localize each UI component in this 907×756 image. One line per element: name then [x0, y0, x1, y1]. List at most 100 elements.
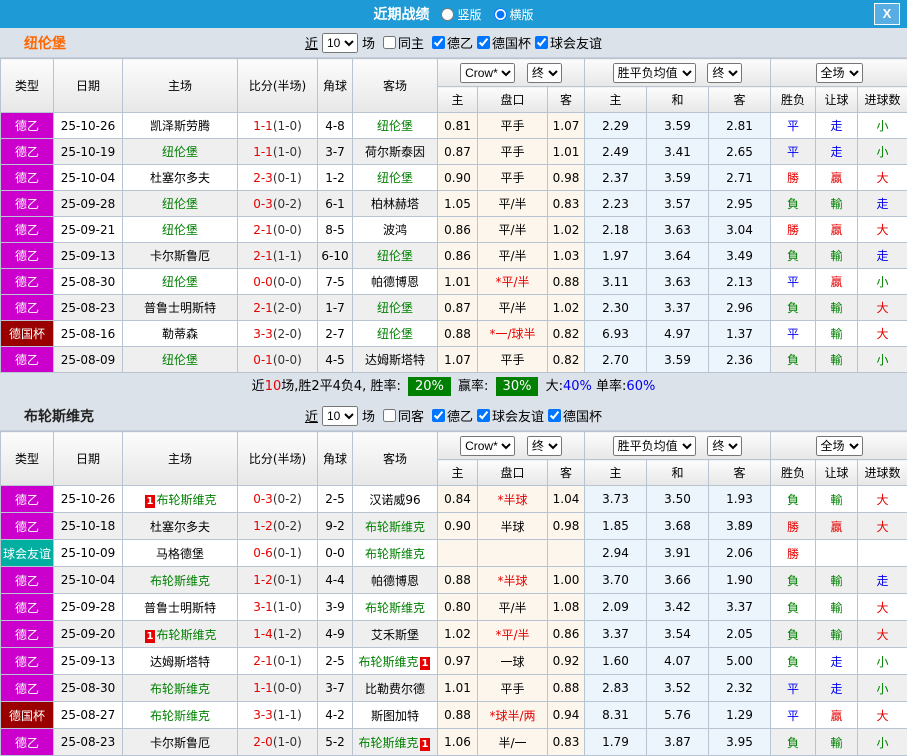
near-link[interactable]: 近 — [305, 406, 318, 425]
league-checkbox-input[interactable] — [432, 36, 445, 49]
near-link[interactable]: 近 — [305, 33, 318, 52]
cell-euro-home: 1.79 — [585, 729, 647, 756]
same-venue-checkbox[interactable]: 同主 — [379, 33, 424, 52]
match-row: 德乙25-08-30纽伦堡0-0(0-0)7-5帕德博恩1.01*平/半0.88… — [1, 269, 907, 295]
match-row: 德乙25-10-26凯泽斯劳腾1-1(1-0)4-8纽伦堡0.81平手1.072… — [1, 113, 907, 139]
col-euro-away: 客 — [709, 460, 771, 486]
cell-euro-away: 2.36 — [709, 347, 771, 373]
league-checkbox-input[interactable] — [477, 36, 490, 49]
cell-score: 2-1(1-1) — [238, 243, 318, 269]
cell-euro-draw: 3.42 — [647, 594, 709, 621]
cell-goals: 小 — [858, 347, 907, 373]
cell-euro-away: 3.49 — [709, 243, 771, 269]
cell-asian-line: 平手 — [478, 113, 548, 139]
layout-horizontal-radio[interactable]: 横版 — [488, 6, 534, 23]
cell-asian-line: *平/半 — [478, 621, 548, 648]
cell-euro-home: 2.18 — [585, 217, 647, 243]
cell-league: 德乙 — [1, 621, 54, 648]
cell-score: 1-1(1-0) — [238, 139, 318, 165]
vertical-radio-input[interactable] — [441, 8, 454, 21]
cell-corners: 5-2 — [318, 729, 353, 756]
league-checkbox-input[interactable] — [477, 409, 490, 422]
league-checkbox-德国杯[interactable]: 德国杯 — [473, 33, 531, 52]
league-checkbox-球会友谊[interactable]: 球会友谊 — [473, 406, 544, 425]
match-count-select[interactable]: 10 — [322, 33, 358, 53]
team-label: 纽伦堡 — [377, 249, 413, 263]
cell-asian-home: 1.07 — [438, 347, 478, 373]
scope-select[interactable]: 全场 — [816, 63, 863, 83]
league-checkbox-德乙[interactable]: 德乙 — [428, 33, 473, 52]
cell-asian-line — [478, 540, 548, 567]
avg-time-select[interactable]: 终 — [707, 63, 742, 83]
same-venue-input[interactable] — [383, 36, 396, 49]
cell-euro-home: 3.70 — [585, 567, 647, 594]
avg-select[interactable]: 胜平负均值 — [613, 436, 696, 456]
cell-corners: 2-5 — [318, 648, 353, 675]
cell-asian-home: 0.86 — [438, 243, 478, 269]
cell-league: 德国杯 — [1, 321, 54, 347]
cell-asian-home: 0.88 — [438, 702, 478, 729]
cell-handicap: 贏 — [816, 165, 858, 191]
cell-score: 0-3(0-2) — [238, 191, 318, 217]
cell-euro-draw: 3.59 — [647, 347, 709, 373]
team1-name: 纽伦堡 — [24, 33, 66, 53]
team-label: 纽伦堡 — [377, 119, 413, 133]
cell-asian-away: 1.03 — [548, 243, 585, 269]
cell-league: 德乙 — [1, 675, 54, 702]
league-checkbox-德乙[interactable]: 德乙 — [428, 406, 473, 425]
league-checkbox-input[interactable] — [548, 409, 561, 422]
league-checkbox-input[interactable] — [432, 409, 445, 422]
close-button[interactable]: X — [874, 3, 900, 25]
cell-corners: 4-2 — [318, 702, 353, 729]
team-label: 纽伦堡 — [162, 275, 198, 289]
odds-time-select[interactable]: 终 — [527, 436, 562, 456]
cell-euro-draw: 4.97 — [647, 321, 709, 347]
match-row: 德乙25-10-18杜塞尔多夫1-2(0-2)9-2布轮斯维克0.90半球0.9… — [1, 513, 907, 540]
cell-handicap: 輸 — [816, 321, 858, 347]
bookmaker-select[interactable]: Crow* — [460, 436, 515, 456]
cell-euro-home: 2.83 — [585, 675, 647, 702]
avg-time-select[interactable]: 终 — [707, 436, 742, 456]
cell-asian-line: 平/半 — [478, 191, 548, 217]
same-venue-checkbox[interactable]: 同客 — [379, 406, 424, 425]
cell-score: 2-3(0-1) — [238, 165, 318, 191]
cell-asian-home: 0.87 — [438, 295, 478, 321]
cell-asian-away: 1.02 — [548, 295, 585, 321]
cell-euro-draw: 3.52 — [647, 675, 709, 702]
bookmaker-select[interactable]: Crow* — [460, 63, 515, 83]
cell-corners: 2-5 — [318, 486, 353, 513]
league-checkbox-input[interactable] — [535, 36, 548, 49]
cell-euro-draw: 3.63 — [647, 269, 709, 295]
layout-vertical-radio[interactable]: 竖版 — [435, 6, 481, 23]
col-type: 类型 — [1, 432, 54, 486]
cell-asian-away: 1.01 — [548, 139, 585, 165]
col-euro-draw: 和 — [647, 460, 709, 486]
cell-corners: 0-0 — [318, 540, 353, 567]
cell-corners: 4-4 — [318, 567, 353, 594]
cell-score: 1-1(0-0) — [238, 675, 318, 702]
col-winloss: 胜负 — [771, 460, 816, 486]
cell-league: 德乙 — [1, 269, 54, 295]
cell-date: 25-10-09 — [54, 540, 123, 567]
scope-select[interactable]: 全场 — [816, 436, 863, 456]
cell-asian-home: 0.97 — [438, 648, 478, 675]
league-label: 德国杯 — [492, 33, 531, 52]
cell-corners: 4-8 — [318, 113, 353, 139]
odds-time-select[interactable]: 终 — [527, 63, 562, 83]
cell-winloss: 負 — [771, 191, 816, 217]
cell-euro-home: 1.60 — [585, 648, 647, 675]
cell-league: 德乙 — [1, 513, 54, 540]
col-asian-home: 主 — [438, 460, 478, 486]
team-label: 布轮斯维克 — [365, 601, 425, 615]
league-checkbox-球会友谊[interactable]: 球会友谊 — [531, 33, 602, 52]
same-venue-input[interactable] — [383, 409, 396, 422]
col-asian-line: 盘口 — [478, 87, 548, 113]
cell-euro-away: 2.81 — [709, 113, 771, 139]
cell-handicap: 輸 — [816, 191, 858, 217]
match-count-select[interactable]: 10 — [322, 406, 358, 426]
avg-select[interactable]: 胜平负均值 — [613, 63, 696, 83]
cell-handicap: 輸 — [816, 621, 858, 648]
cell-euro-away: 2.65 — [709, 139, 771, 165]
league-checkbox-德国杯[interactable]: 德国杯 — [544, 406, 602, 425]
horizontal-radio-input[interactable] — [494, 8, 507, 21]
